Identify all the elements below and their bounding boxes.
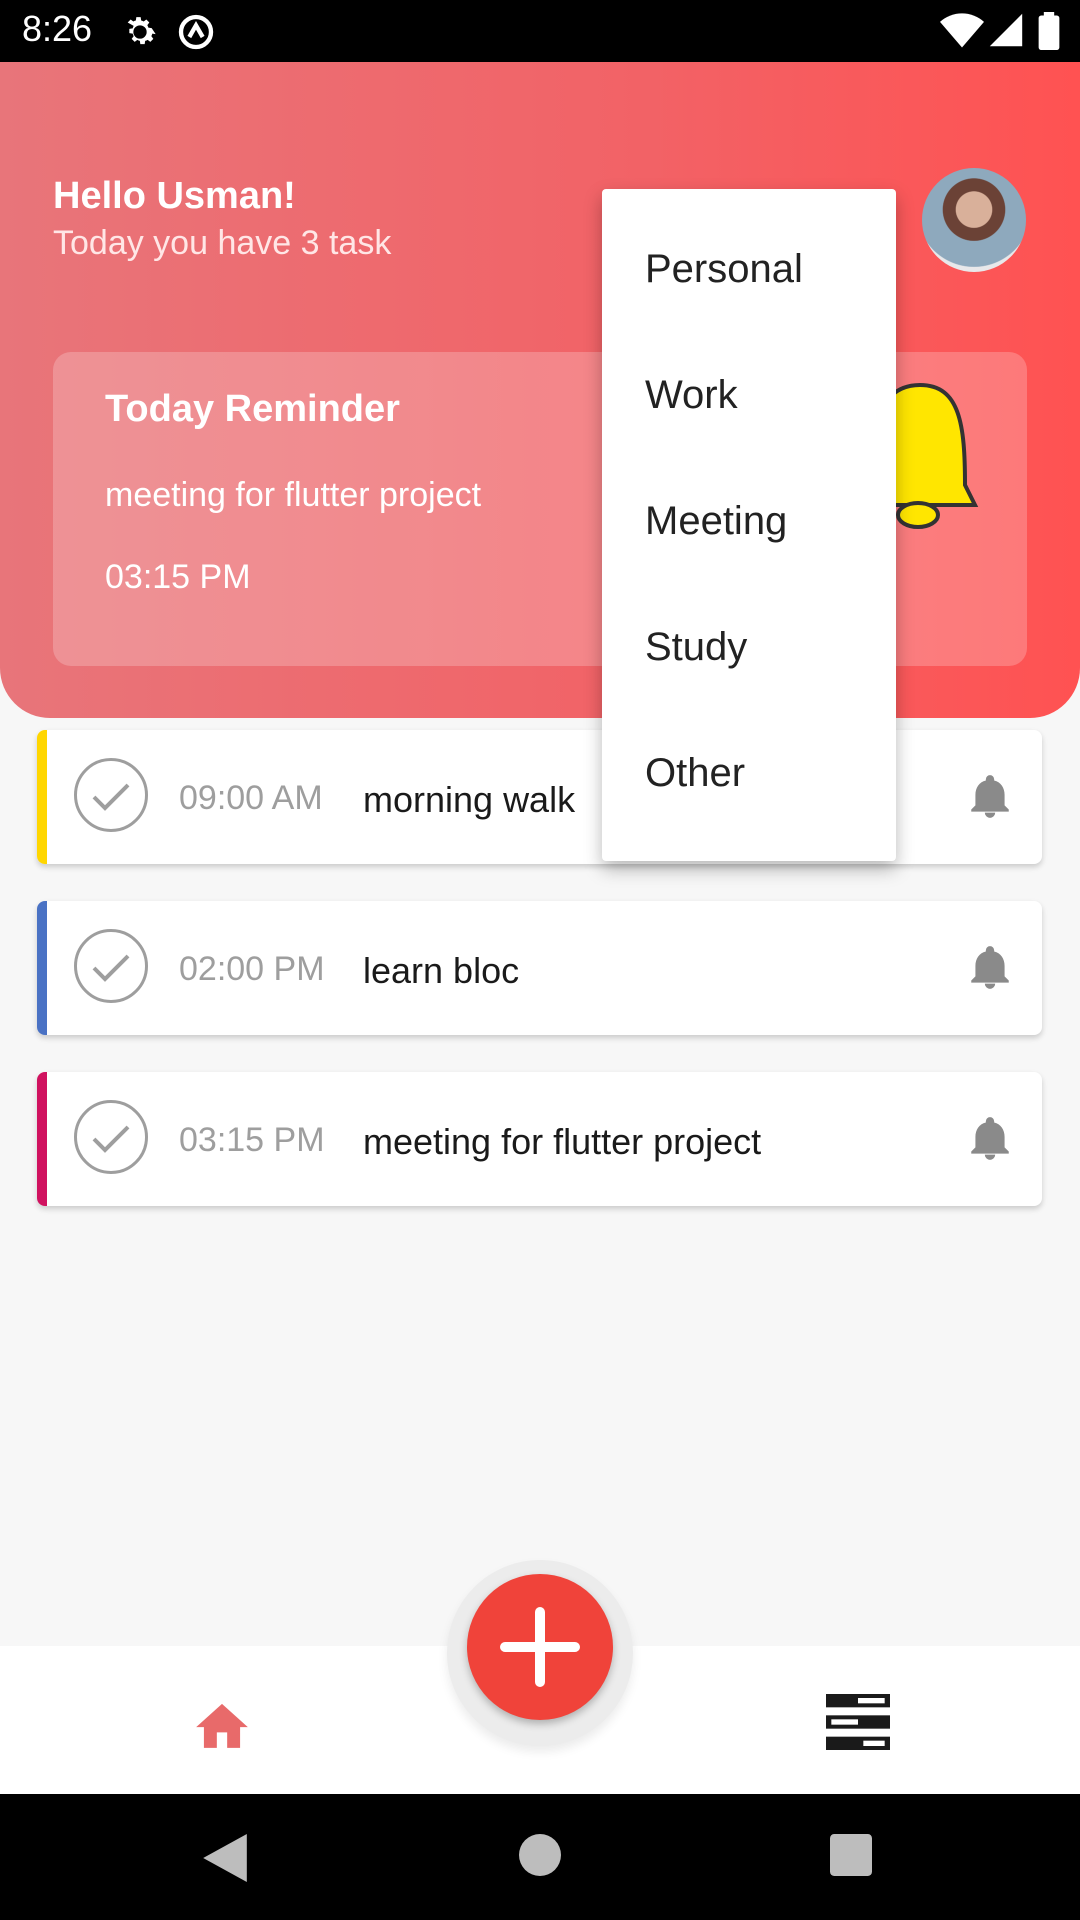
bell-icon[interactable]: [965, 772, 1015, 822]
reminder-text: meeting for flutter project: [105, 476, 482, 514]
vpn-icon: [178, 14, 214, 50]
task-name: learn bloc: [363, 950, 520, 991]
task-color-stripe: [37, 901, 47, 1035]
menu-item-work[interactable]: Work: [645, 373, 738, 418]
task-name: meeting for flutter project: [363, 1121, 762, 1162]
recents-icon[interactable]: [830, 1834, 872, 1876]
complete-checkbox[interactable]: [74, 929, 148, 1003]
battery-icon: [1038, 12, 1060, 50]
avatar[interactable]: [922, 168, 1026, 272]
check-icon: [92, 1125, 130, 1153]
check-icon: [92, 954, 130, 982]
menu-item-personal[interactable]: Personal: [645, 247, 803, 292]
task-time: 02:00 PM: [179, 950, 325, 988]
task-card[interactable]: 02:00 PM learn bloc: [37, 901, 1042, 1035]
task-time: 09:00 AM: [179, 779, 323, 817]
menu-item-other[interactable]: Other: [645, 751, 745, 796]
back-icon[interactable]: [202, 1834, 248, 1882]
plus-icon: [500, 1607, 580, 1687]
bell-icon[interactable]: [965, 943, 1015, 993]
home-icon[interactable]: [191, 1696, 253, 1748]
menu-item-study[interactable]: Study: [645, 625, 747, 670]
wifi-icon: [940, 13, 984, 48]
task-card[interactable]: 03:15 PM meeting for flutter project: [37, 1072, 1042, 1206]
bell-icon[interactable]: [965, 1114, 1015, 1164]
home-nav-icon[interactable]: [519, 1834, 561, 1876]
reminder-title: Today Reminder: [105, 388, 400, 430]
signal-icon: [989, 13, 1023, 47]
task-color-stripe: [37, 730, 47, 864]
task-name: morning walk: [363, 779, 576, 820]
system-navigation-bar: [0, 1794, 1080, 1920]
list-icon[interactable]: [826, 1694, 890, 1750]
status-time: 8:26: [22, 8, 93, 49]
complete-checkbox[interactable]: [74, 758, 148, 832]
complete-checkbox[interactable]: [74, 1100, 148, 1174]
settings-icon: [127, 17, 156, 45]
check-icon: [92, 783, 130, 811]
status-bar: 8:26: [0, 0, 1080, 62]
reminder-time: 03:15 PM: [105, 558, 251, 596]
task-count-text: Today you have 3 task: [53, 224, 392, 262]
greeting: Hello Usman!: [53, 175, 296, 217]
menu-item-meeting[interactable]: Meeting: [645, 499, 787, 544]
category-popup-menu: Personal Work Meeting Study Other: [602, 189, 896, 861]
task-time: 03:15 PM: [179, 1121, 325, 1159]
add-task-button[interactable]: [467, 1574, 613, 1720]
task-color-stripe: [37, 1072, 47, 1206]
